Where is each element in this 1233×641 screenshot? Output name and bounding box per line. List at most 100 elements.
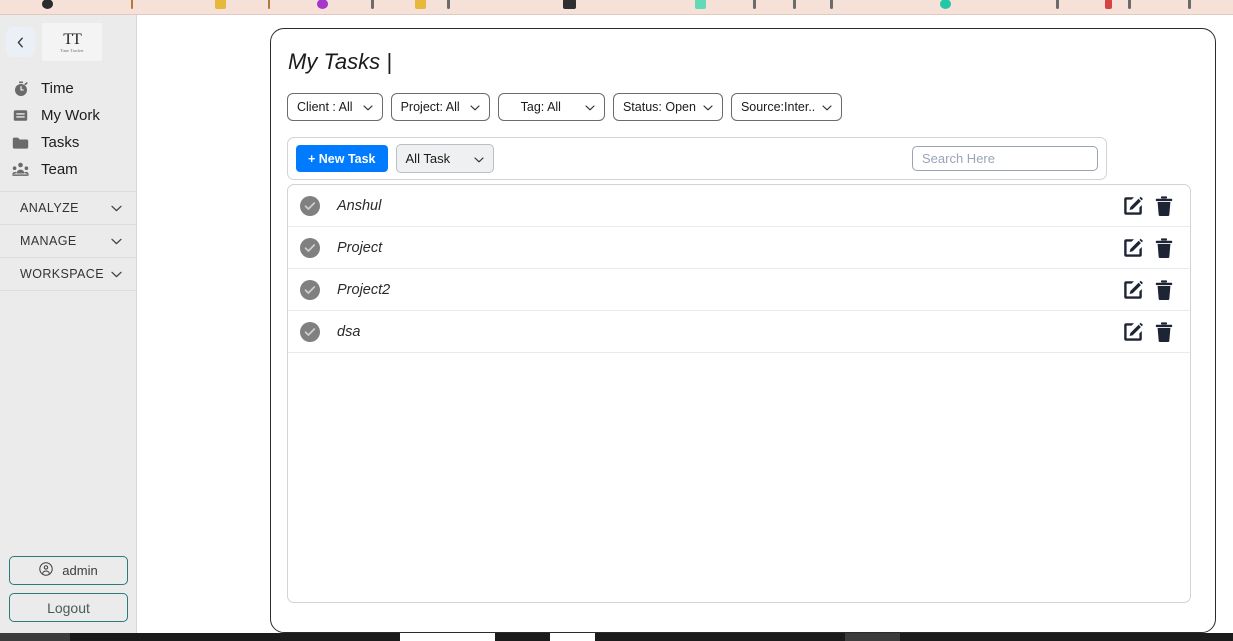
logout-button[interactable]: Logout xyxy=(9,593,128,622)
folder-icon xyxy=(12,134,29,151)
sidebar-item-tasks[interactable]: Tasks xyxy=(0,129,136,156)
bookmark-icon[interactable] xyxy=(317,0,328,9)
row-actions xyxy=(1121,320,1174,344)
edit-pencil-icon[interactable] xyxy=(1121,278,1145,302)
sidebar: TT Time Tracker Time My Work Tasks Team … xyxy=(0,15,137,633)
chevron-down-icon xyxy=(111,234,122,248)
bookmark-icon[interactable] xyxy=(415,0,426,9)
row-actions xyxy=(1121,236,1174,260)
bookmark-icon[interactable] xyxy=(1188,0,1191,9)
stopwatch-icon xyxy=(12,80,29,97)
bookmark-icon[interactable] xyxy=(940,0,951,9)
filter-label: Project: All xyxy=(400,100,460,114)
chevron-down-icon xyxy=(585,100,595,114)
sidebar-nav: Time My Work Tasks Team xyxy=(0,75,136,183)
task-scope-select[interactable]: All Task xyxy=(395,144,494,173)
check-circle-icon[interactable] xyxy=(300,321,320,342)
table-row[interactable]: Project2 xyxy=(288,269,1190,311)
new-task-button[interactable]: + New Task xyxy=(296,145,388,172)
main-content-card: My Tasks | Client : All Project: All Tag… xyxy=(270,28,1216,633)
taskbar-item[interactable] xyxy=(0,633,70,641)
task-toolbar: + New Task All Task xyxy=(287,137,1107,180)
sidebar-section-label: WORKSPACE xyxy=(20,267,104,281)
search-input[interactable] xyxy=(912,146,1098,171)
filter-status[interactable]: Status: Open xyxy=(612,93,723,121)
account-label: admin xyxy=(62,563,98,578)
check-circle-icon[interactable] xyxy=(300,237,320,258)
check-circle-icon[interactable] xyxy=(300,279,320,300)
edit-pencil-icon[interactable] xyxy=(1121,236,1145,260)
user-circle-icon xyxy=(39,562,53,579)
table-row[interactable]: dsa xyxy=(288,311,1190,353)
filter-project[interactable]: Project: All xyxy=(390,93,490,121)
sidebar-section-manage[interactable]: MANAGE xyxy=(0,224,136,257)
sidebar-item-label: Time xyxy=(41,80,74,97)
table-row[interactable]: Project xyxy=(288,227,1190,269)
bookmark-icon[interactable] xyxy=(563,0,576,9)
bookmark-icon[interactable] xyxy=(830,0,833,9)
bookmark-icon[interactable] xyxy=(1056,0,1059,9)
bookmark-icon[interactable] xyxy=(215,0,226,9)
sidebar-footer: admin Logout xyxy=(0,556,137,630)
app-logo[interactable]: TT Time Tracker xyxy=(42,23,102,61)
logo-subtitle: Time Tracker xyxy=(60,47,84,53)
sidebar-item-label: Tasks xyxy=(41,134,80,151)
trash-icon[interactable] xyxy=(1154,237,1174,259)
bookmark-icon[interactable] xyxy=(447,0,450,9)
trash-icon[interactable] xyxy=(1154,321,1174,343)
check-circle-icon[interactable] xyxy=(300,195,320,216)
row-actions xyxy=(1121,194,1174,218)
sidebar-item-time[interactable]: Time xyxy=(0,75,136,102)
filter-client[interactable]: Client : All xyxy=(287,93,383,121)
sidebar-collapsible-sections: ANALYZE MANAGE WORKSPACE xyxy=(0,191,136,291)
chevron-down-icon xyxy=(703,100,713,114)
sidebar-section-analyze[interactable]: ANALYZE xyxy=(0,191,136,224)
sidebar-item-team[interactable]: Team xyxy=(0,156,136,183)
task-name: Project2 xyxy=(337,281,391,298)
bookmark-icon[interactable] xyxy=(1128,0,1131,9)
edit-pencil-icon[interactable] xyxy=(1121,320,1145,344)
taskbar-item[interactable] xyxy=(550,633,595,641)
task-list: Anshul Project Project2 dsa xyxy=(287,184,1191,603)
taskbar-item[interactable] xyxy=(400,633,495,641)
bookmark-icon[interactable] xyxy=(268,0,270,9)
chevron-down-icon xyxy=(111,267,122,281)
task-name: Anshul xyxy=(337,197,382,214)
bookmark-icon[interactable] xyxy=(371,0,374,9)
app-screen: TT Time Tracker Time My Work Tasks Team … xyxy=(0,0,1233,641)
list-card-icon xyxy=(12,107,29,124)
chevron-down-icon xyxy=(473,151,484,166)
logout-label: Logout xyxy=(47,599,90,616)
sidebar-header: TT Time Tracker xyxy=(0,15,136,65)
filter-bar: Client : All Project: All Tag: All Statu… xyxy=(287,93,1215,121)
bookmark-icon[interactable] xyxy=(42,0,53,9)
bookmark-icon[interactable] xyxy=(695,0,706,9)
chevron-left-icon xyxy=(16,37,25,48)
sidebar-item-label: My Work xyxy=(41,107,100,124)
trash-icon[interactable] xyxy=(1154,195,1174,217)
trash-icon[interactable] xyxy=(1154,279,1174,301)
table-row[interactable]: Anshul xyxy=(288,185,1190,227)
chevron-down-icon xyxy=(470,100,480,114)
os-taskbar[interactable] xyxy=(0,633,1233,641)
account-button[interactable]: admin xyxy=(9,556,128,585)
bookmark-icon[interactable] xyxy=(131,0,133,9)
filter-tag[interactable]: Tag: All xyxy=(497,93,605,121)
browser-bookmark-bar[interactable] xyxy=(0,0,1233,15)
taskbar-item[interactable] xyxy=(845,633,900,641)
sidebar-item-my-work[interactable]: My Work xyxy=(0,102,136,129)
sidebar-section-label: ANALYZE xyxy=(20,201,79,215)
people-icon xyxy=(12,161,29,178)
task-name: dsa xyxy=(337,323,361,340)
bookmark-icon[interactable] xyxy=(1105,0,1112,9)
sidebar-collapse-button[interactable] xyxy=(6,27,35,57)
bookmark-icon[interactable] xyxy=(753,0,756,9)
sidebar-section-workspace[interactable]: WORKSPACE xyxy=(0,257,136,291)
chevron-down-icon xyxy=(362,100,373,114)
task-scope-label: All Task xyxy=(405,151,451,166)
sidebar-item-label: Team xyxy=(41,161,78,178)
edit-pencil-icon[interactable] xyxy=(1121,194,1145,218)
bookmark-icon[interactable] xyxy=(793,0,796,9)
filter-source[interactable]: Source:Inter.. xyxy=(730,93,843,121)
row-actions xyxy=(1121,278,1174,302)
